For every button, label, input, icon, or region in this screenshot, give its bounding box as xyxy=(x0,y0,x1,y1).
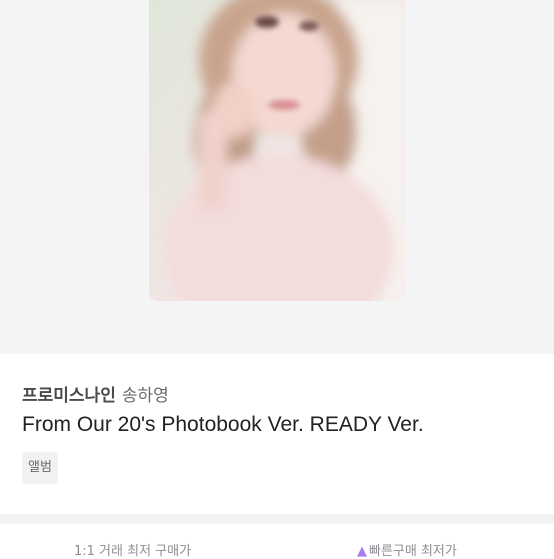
album-name: From Our 20's Photobook Ver. READY Ver. xyxy=(22,413,424,436)
product-image-area xyxy=(0,0,554,354)
artist-name[interactable]: 프로미스나인 xyxy=(22,386,116,406)
photocard-image[interactable] xyxy=(149,0,405,301)
member-name: 송하영 xyxy=(121,386,169,406)
quick-buy-label: 빠른구매 최저가 xyxy=(369,544,457,559)
one-on-one-lowest-price-tab[interactable]: 1:1 거래 최저 구매가 xyxy=(74,540,191,559)
quick-buy-lowest-price-tab[interactable]: ▲ 빠른구매 최저가 xyxy=(357,540,457,559)
product-title-line: 프로미스나인 송하영 xyxy=(22,384,169,408)
section-divider xyxy=(0,514,554,524)
lightning-icon: ▲ xyxy=(357,544,367,559)
price-tabs: 1:1 거래 최저 구매가 ▲ 빠른구매 최저가 xyxy=(0,524,554,559)
product-info: 프로미스나인 송하영 From Our 20's Photobook Ver. R… xyxy=(0,354,554,514)
category-tag[interactable]: 앨범 xyxy=(22,452,58,484)
